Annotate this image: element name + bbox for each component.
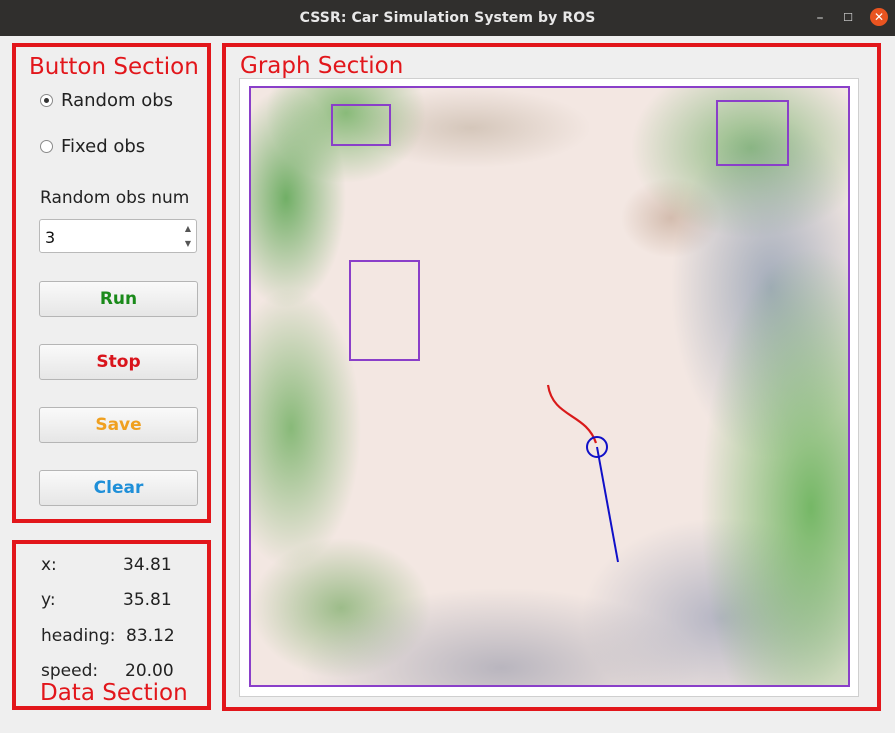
speed-label: speed: — [41, 661, 99, 681]
title-bar: CSSR: Car Simulation System by ROS – ☐ ✕ — [0, 0, 895, 36]
spinbox-value[interactable]: 3 — [45, 228, 55, 247]
heading-value: 83.12 — [126, 626, 175, 646]
trajectory-path — [546, 384, 598, 444]
random-obs-num-spinbox[interactable]: 3 ▲ ▼ — [39, 219, 197, 253]
map-overlay — [331, 100, 789, 563]
obstacle — [331, 104, 391, 146]
fixed-obs-label: Fixed obs — [61, 136, 146, 157]
obstacle — [716, 100, 789, 166]
obstacle — [349, 260, 420, 361]
random-obs-num-label: Random obs num — [40, 188, 190, 208]
chevron-up-icon[interactable]: ▲ — [183, 222, 193, 235]
fixed-obs-radio[interactable]: Fixed obs — [40, 136, 145, 157]
random-obs-radio[interactable]: Random obs — [40, 90, 173, 111]
y-label: y: — [41, 590, 56, 610]
stop-button[interactable]: Stop — [39, 344, 198, 380]
heading-label: heading: — [41, 626, 116, 646]
y-value: 35.81 — [123, 590, 172, 610]
minimize-icon[interactable]: – — [812, 10, 828, 26]
x-value: 34.81 — [123, 555, 172, 575]
button-section-label: Button Section — [29, 54, 199, 80]
data-section-label: Data Section — [40, 680, 188, 706]
graph-section-label: Graph Section — [240, 53, 404, 79]
speed-value: 20.00 — [125, 661, 174, 681]
random-obs-label: Random obs — [61, 90, 174, 111]
save-button[interactable]: Save — [39, 407, 198, 443]
chevron-down-icon[interactable]: ▼ — [183, 237, 193, 250]
run-button[interactable]: Run — [39, 281, 198, 317]
window-title: CSSR: Car Simulation System by ROS — [299, 10, 596, 26]
map-canvas[interactable] — [249, 86, 850, 687]
radio-indicator[interactable] — [40, 94, 53, 107]
clear-button[interactable]: Clear — [39, 470, 198, 506]
heading-line — [596, 446, 619, 563]
maximize-icon[interactable]: ☐ — [840, 10, 856, 26]
close-icon[interactable]: ✕ — [870, 8, 888, 26]
radio-indicator[interactable] — [40, 140, 53, 153]
x-label: x: — [41, 555, 57, 575]
